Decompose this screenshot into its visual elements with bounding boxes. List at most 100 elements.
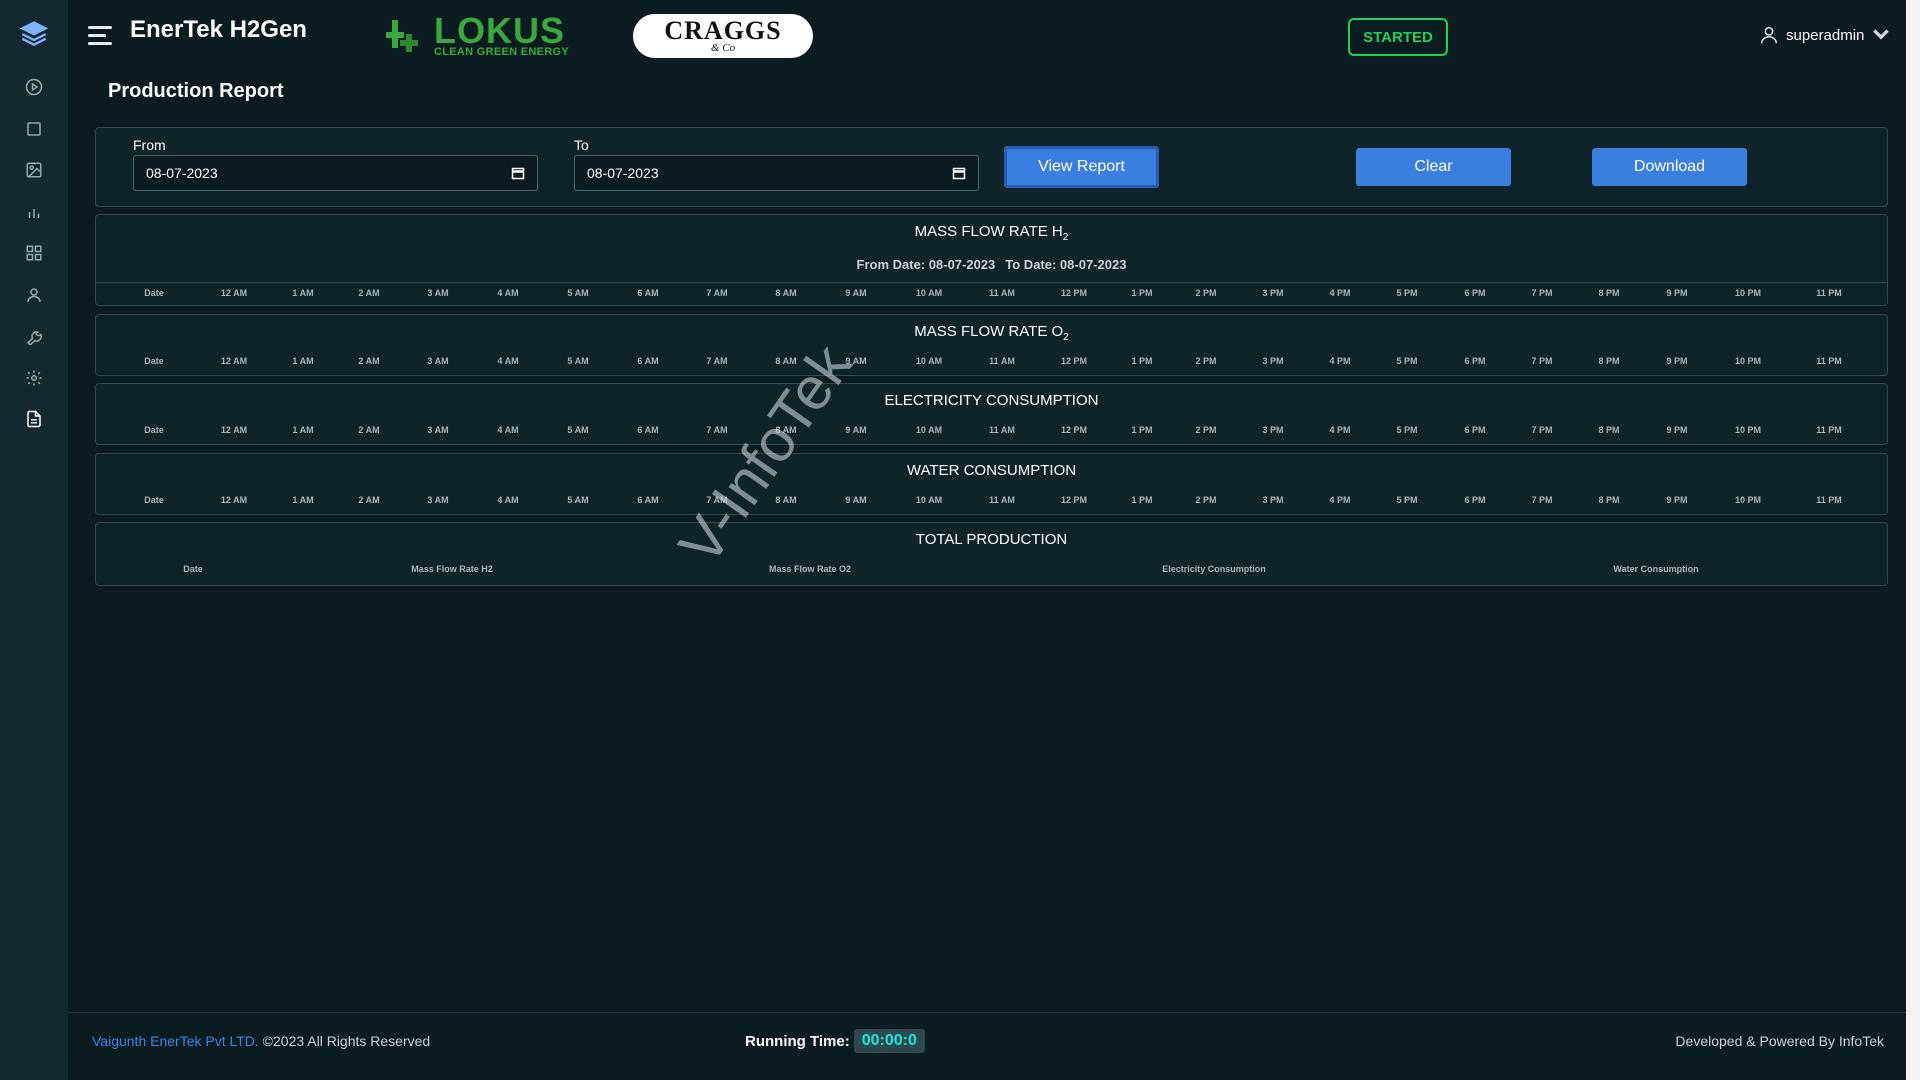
layers-icon[interactable] xyxy=(17,16,51,50)
column-header: 8 AM xyxy=(775,425,797,435)
section-mass-flow-o2: MASS FLOW RATE O2 Date 12 AM 1 AM 2 AM 3 AM 4… xyxy=(95,314,1888,376)
column-header: 1 PM xyxy=(1131,425,1153,435)
to-date-input[interactable]: 08-07-2023 xyxy=(574,155,979,191)
scrollbar[interactable] xyxy=(1906,0,1920,1080)
column-header: 10 PM xyxy=(1734,356,1762,366)
user-icon[interactable] xyxy=(17,278,51,312)
column-header: 11 AM xyxy=(989,425,1015,435)
view-report-button[interactable]: View Report xyxy=(1004,146,1159,188)
column-header: 6 PM xyxy=(1464,356,1486,366)
section-title: MASS FLOW RATE H2 xyxy=(914,223,1069,243)
app-title: EnerTek H2Gen xyxy=(130,16,307,43)
column-header: 6 AM xyxy=(637,288,659,298)
column-header: 7 PM xyxy=(1531,495,1553,505)
column-header: 3 PM xyxy=(1262,356,1284,366)
column-header: 5 PM xyxy=(1396,356,1418,366)
column-header: Date xyxy=(183,564,203,574)
table-header-row: Date 12 AM 1 AM 2 AM 3 AM 4 AM 5 AM 6 AM 7 AM 8 A… xyxy=(96,495,1887,509)
column-header: 5 AM xyxy=(567,356,589,366)
column-header: 7 AM xyxy=(706,288,728,298)
column-header: 11 PM xyxy=(1816,495,1842,505)
from-label: From xyxy=(133,137,166,153)
from-date-input[interactable]: 08-07-2023 xyxy=(133,155,538,191)
column-header: Date xyxy=(144,288,164,298)
column-header: 4 PM xyxy=(1329,288,1351,298)
column-header: 4 AM xyxy=(497,425,519,435)
sidebar xyxy=(0,0,68,1080)
column-header: 12 PM xyxy=(1060,288,1088,298)
column-header: 2 AM xyxy=(358,356,380,366)
column-header: 4 AM xyxy=(497,288,519,298)
column-header: 5 AM xyxy=(567,495,589,505)
wrench-icon[interactable] xyxy=(17,319,51,353)
stop-icon[interactable] xyxy=(17,112,51,146)
column-header: 2 AM xyxy=(358,495,380,505)
column-header: Date xyxy=(144,356,164,366)
column-header: 10 AM xyxy=(915,288,943,298)
column-header: 7 PM xyxy=(1531,356,1553,366)
column-header: 2 PM xyxy=(1195,356,1217,366)
column-header: 10 PM xyxy=(1734,495,1762,505)
column-header: 3 AM xyxy=(427,495,449,505)
to-date-text: To Date: 08-07-2023 xyxy=(1005,257,1127,272)
craggs-logo: CRAGGS & Co xyxy=(633,14,813,58)
calendar-icon[interactable] xyxy=(952,166,966,180)
table-header-row: Date 12 AM 1 AM 2 AM 3 AM 4 AM 5 AM 6 AM 7 AM 8 A… xyxy=(96,356,1887,370)
grid-icon[interactable] xyxy=(17,236,51,270)
column-header: 2 PM xyxy=(1195,495,1217,505)
column-header: 11 AM xyxy=(989,495,1015,505)
chevron-down-icon xyxy=(1873,29,1890,40)
calendar-icon[interactable] xyxy=(511,166,525,180)
table-header-row: Date Mass Flow Rate H2 Mass Flow Rate O2 El… xyxy=(96,564,1887,578)
download-button[interactable]: Download xyxy=(1592,148,1747,186)
column-header: 1 PM xyxy=(1131,288,1153,298)
column-header: 9 AM xyxy=(845,425,867,435)
column-header: 7 AM xyxy=(706,495,728,505)
play-icon[interactable] xyxy=(17,70,51,104)
from-date-value: 08-07-2023 xyxy=(146,165,218,181)
user-menu[interactable]: superadmin xyxy=(1758,24,1892,46)
column-header: 12 AM xyxy=(220,288,248,298)
column-header: 2 AM xyxy=(358,425,380,435)
header: EnerTek H2Gen LOKUS CLEAN GREEN ENERGY C… xyxy=(68,0,1920,72)
section-title: MASS FLOW RATE O2 xyxy=(914,323,1069,343)
chart-icon[interactable] xyxy=(17,195,51,229)
table-header-row: Date 12 AM 1 AM 2 AM 3 AM 4 AM 5 AM 6 AM 7 AM 8 A… xyxy=(96,288,1887,302)
column-header: 11 AM xyxy=(989,288,1015,298)
column-header: 1 PM xyxy=(1131,356,1153,366)
to-label: To xyxy=(574,137,589,153)
column-header: 4 PM xyxy=(1329,425,1351,435)
column-header: 3 PM xyxy=(1262,425,1284,435)
company-link[interactable]: Vaigunth EnerTek Pvt LTD. xyxy=(92,1033,259,1049)
menu-toggle-button[interactable] xyxy=(88,26,112,46)
date-range: From Date: 08-07-2023 To Date: 08-07-2023 xyxy=(96,257,1887,272)
column-header: Date xyxy=(144,495,164,505)
column-header: 5 AM xyxy=(567,425,589,435)
section-title: WATER CONSUMPTION xyxy=(906,462,1077,479)
section-water: WATER CONSUMPTION Date 12 AM 1 AM 2 AM 3 AM 4… xyxy=(95,453,1888,515)
settings-icon[interactable] xyxy=(17,361,51,395)
column-header: 4 AM xyxy=(497,356,519,366)
column-header: 6 PM xyxy=(1464,425,1486,435)
column-header: 9 AM xyxy=(845,356,867,366)
craggs-name: CRAGGS xyxy=(664,16,782,45)
section-electricity: ELECTRICITY CONSUMPTION Date 12 AM 1 AM 2 A… xyxy=(95,383,1888,445)
clear-button[interactable]: Clear xyxy=(1356,148,1511,186)
column-header: 3 AM xyxy=(427,356,449,366)
section-mass-flow-h2: MASS FLOW RATE H2 From Date: 08-07-2023 T… xyxy=(95,214,1888,306)
report-icon[interactable] xyxy=(17,402,51,436)
image-icon[interactable] xyxy=(17,153,51,187)
column-header: 7 AM xyxy=(706,425,728,435)
column-header: 12 PM xyxy=(1060,425,1088,435)
column-header: 8 AM xyxy=(775,288,797,298)
lokus-tagline: CLEAN GREEN ENERGY xyxy=(434,46,569,58)
status-badge: STARTED xyxy=(1348,18,1448,56)
column-header: 8 AM xyxy=(775,356,797,366)
running-time: Running Time: 00:00:0 xyxy=(745,1029,925,1053)
column-header: 8 PM xyxy=(1598,356,1620,366)
column-header: 10 AM xyxy=(915,425,943,435)
column-header: 9 PM xyxy=(1666,495,1688,505)
column-header: Water Consumption xyxy=(1613,564,1699,574)
column-header: 1 AM xyxy=(292,288,314,298)
from-date-text: From Date: 08-07-2023 xyxy=(856,257,996,272)
